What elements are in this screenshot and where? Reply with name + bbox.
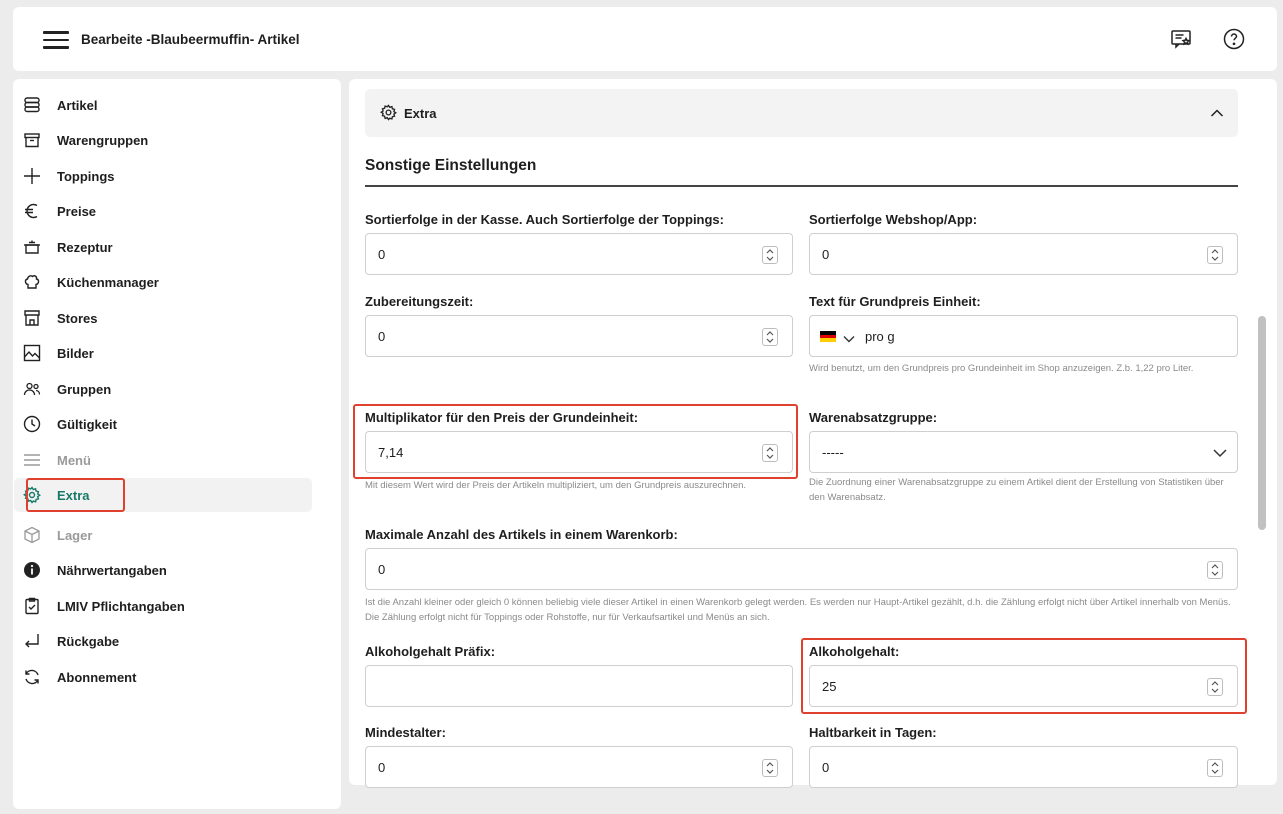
multiplikator-input[interactable]: 7,14 — [365, 431, 793, 473]
chevron-up-icon — [1210, 106, 1224, 125]
label-alkohol: Alkoholgehalt: — [809, 644, 900, 659]
sidebar-item-lmiv[interactable]: LMIV Pflichtangaben — [14, 589, 312, 623]
sort-webshop-input[interactable]: 0 — [809, 233, 1238, 275]
sidebar-item-extra[interactable]: Extra — [14, 478, 312, 512]
store-icon — [22, 308, 42, 328]
accordion-extra-header[interactable]: Extra — [365, 89, 1238, 137]
number-spinner-icon[interactable] — [1207, 246, 1223, 264]
sidebar-item-lager: Lager — [14, 518, 312, 552]
number-spinner-icon[interactable] — [762, 444, 778, 462]
number-spinner-icon[interactable] — [762, 328, 778, 346]
help-max-anzahl: Ist die Anzahl kleiner oder gleich 0 kön… — [365, 597, 1231, 623]
section-title: Sonstige Einstellungen — [365, 157, 537, 174]
plus-icon — [22, 166, 42, 186]
sidebar-item-warengruppen[interactable]: Warengruppen — [14, 123, 312, 157]
max-anzahl-input[interactable]: 0 — [365, 548, 1238, 590]
euro-icon — [22, 201, 42, 221]
archive-icon — [22, 130, 42, 150]
label-max-anzahl: Maximale Anzahl des Artikels in einem Wa… — [365, 527, 678, 542]
label-sort-webshop: Sortierfolge Webshop/App: — [809, 212, 978, 227]
gear-icon — [22, 485, 42, 505]
number-spinner-icon[interactable] — [1207, 759, 1223, 777]
scrollbar-thumb[interactable] — [1258, 316, 1266, 530]
sort-kasse-input[interactable]: 0 — [365, 233, 793, 275]
help-multiplikator: Mit diesem Wert wird der Preis der Artik… — [365, 480, 747, 491]
label-zubereitung: Zubereitungszeit: — [365, 294, 474, 309]
zubereitung-input[interactable]: 0 — [365, 315, 793, 357]
help-grundpreis-text: Wird benutzt, um den Grundpreis pro Grun… — [809, 363, 1194, 374]
grundpreis-text-input[interactable]: pro g — [809, 315, 1238, 357]
hamburger-menu-icon[interactable] — [43, 31, 69, 49]
help-icon[interactable] — [1222, 27, 1246, 51]
sidebar-item-naehrwertangaben[interactable]: Nährwertangaben — [14, 553, 312, 587]
sidebar-item-artikel[interactable]: Artikel — [14, 88, 312, 122]
warenabsatz-select[interactable]: ----- — [809, 431, 1238, 473]
label-mindestalter: Mindestalter: — [365, 725, 446, 740]
sidebar-item-toppings[interactable]: Toppings — [14, 159, 312, 193]
number-spinner-icon[interactable] — [762, 246, 778, 264]
clock-icon — [22, 414, 42, 434]
alkohol-praefix-input[interactable] — [365, 665, 793, 707]
mindestalter-input[interactable]: 0 — [365, 746, 793, 788]
chef-hat-icon — [22, 272, 42, 292]
sidebar-item-abonnement[interactable]: Abonnement — [14, 660, 312, 694]
sidebar-item-stores[interactable]: Stores — [14, 301, 312, 335]
page-title: Bearbeite -Blaubeermuffin- Artikel — [81, 32, 300, 47]
label-sort-kasse: Sortierfolge in der Kasse. Auch Sortierf… — [365, 212, 724, 227]
section-divider — [365, 185, 1238, 187]
menu-lines-icon — [22, 450, 42, 470]
sidebar-item-gruppen[interactable]: Gruppen — [14, 372, 312, 406]
review-icon[interactable] — [1169, 27, 1193, 51]
refresh-icon — [22, 667, 42, 687]
german-flag-icon[interactable] — [820, 331, 836, 342]
chevron-down-icon[interactable] — [843, 331, 855, 349]
sidebar-item-menue: Menü — [14, 443, 312, 477]
pot-icon — [22, 237, 42, 257]
users-icon — [22, 379, 42, 399]
box-icon — [22, 525, 42, 545]
sidebar-item-rueckgabe[interactable]: Rückgabe — [14, 624, 312, 658]
sidebar-item-gueltigkeit[interactable]: Gültigkeit — [14, 407, 312, 441]
number-spinner-icon[interactable] — [762, 759, 778, 777]
return-arrow-icon — [22, 631, 42, 651]
number-spinner-icon[interactable] — [1207, 561, 1223, 579]
top-header: Bearbeite -Blaubeermuffin- Artikel — [13, 7, 1277, 71]
chevron-down-icon — [1213, 446, 1227, 464]
haltbarkeit-input[interactable]: 0 — [809, 746, 1238, 788]
alkohol-input[interactable]: 25 — [809, 665, 1238, 707]
sidebar-item-rezeptur[interactable]: Rezeptur — [14, 230, 312, 264]
label-multiplikator: Multiplikator für den Preis der Grundein… — [365, 410, 639, 425]
sidebar-item-kuechenmanager[interactable]: Küchenmanager — [14, 265, 312, 299]
help-warenabsatz: Die Zuordnung einer Warenabsatzgruppe zu… — [809, 477, 1224, 503]
sidebar-item-bilder[interactable]: Bilder — [14, 336, 312, 370]
gear-icon — [380, 104, 397, 126]
sidebar-item-preise[interactable]: Preise — [14, 194, 312, 228]
clipboard-check-icon — [22, 596, 42, 616]
label-alkohol-praefix: Alkoholgehalt Präfix: — [365, 644, 496, 659]
label-warenabsatz: Warenabsatzgruppe: — [809, 410, 938, 425]
image-icon — [22, 343, 42, 363]
database-icon — [22, 95, 42, 115]
label-grundpreis-text: Text für Grundpreis Einheit: — [809, 294, 981, 309]
number-spinner-icon[interactable] — [1207, 678, 1223, 696]
info-icon — [22, 560, 42, 580]
label-haltbarkeit: Haltbarkeit in Tagen: — [809, 725, 937, 740]
